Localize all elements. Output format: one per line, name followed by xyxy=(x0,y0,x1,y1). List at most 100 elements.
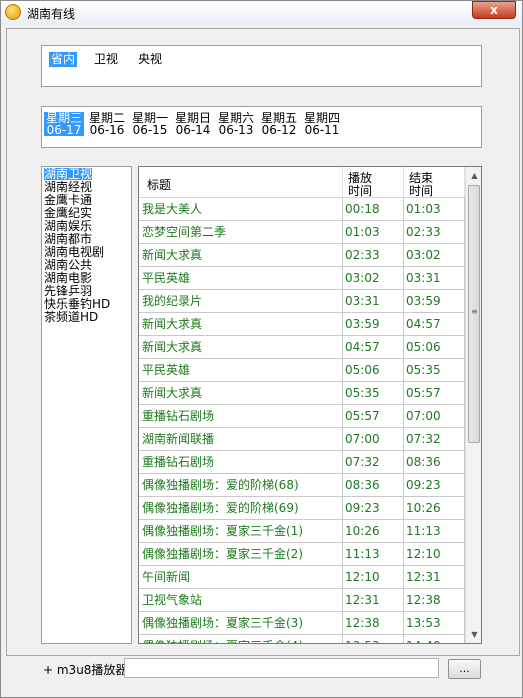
channel-item[interactable]: 湖南公共 xyxy=(44,259,92,271)
scroll-thumb[interactable]: ≡ xyxy=(468,185,480,443)
program-title-cell: 重播钻石剧场 xyxy=(139,451,343,473)
start-time-cell: 05:57 xyxy=(343,405,404,427)
day-item[interactable]: 星期五 06-12 xyxy=(259,112,299,136)
program-title-cell: 重播钻石剧场 xyxy=(139,405,343,427)
table-row[interactable]: 午间新闻 12:10 12:31 xyxy=(139,566,465,589)
day-date: 06-17 xyxy=(46,123,82,137)
table-row[interactable]: 卫视气象站 12:31 12:38 xyxy=(139,589,465,612)
day-item[interactable]: 星期二 06-16 xyxy=(87,112,127,136)
day-item[interactable]: 星期三 06-17 xyxy=(44,112,84,136)
program-title-cell: 我是大美人 xyxy=(139,198,343,220)
column-header-start-line2: 时间 xyxy=(348,184,373,198)
end-time-cell: 07:00 xyxy=(404,405,465,427)
table-row[interactable]: 我是大美人 00:18 01:03 xyxy=(139,198,465,221)
table-row[interactable]: 重播钻石剧场 05:57 07:00 xyxy=(139,405,465,428)
app-icon xyxy=(5,4,21,20)
start-time-cell: 03:59 xyxy=(343,313,404,335)
end-time-cell: 01:03 xyxy=(404,198,465,220)
table-row[interactable]: 偶像独播剧场：夏家三千金(3) 12:38 13:53 xyxy=(139,612,465,635)
category-tabs: 省内 卫视 央视 xyxy=(41,45,482,87)
program-title-cell: 平民英雄 xyxy=(139,359,343,381)
end-time-cell: 07:32 xyxy=(404,428,465,450)
column-header-title[interactable]: 标题 xyxy=(139,167,343,197)
channel-item[interactable]: 湖南电影 xyxy=(44,272,92,284)
program-title-cell: 新闻大求真 xyxy=(139,313,343,335)
channel-item[interactable]: 先锋乒羽 xyxy=(44,285,92,297)
end-time-cell: 12:31 xyxy=(404,566,465,588)
channel-item[interactable]: 湖南娱乐 xyxy=(44,220,92,232)
scroll-up-arrow-icon[interactable]: ▲ xyxy=(466,167,481,184)
program-title-cell: 偶像独播剧场：夏家三千金(4) xyxy=(139,635,343,643)
table-row[interactable]: 偶像独播剧场：夏家三千金(1) 10:26 11:13 xyxy=(139,520,465,543)
channel-item[interactable]: 湖南都市 xyxy=(44,233,92,245)
end-time-cell: 09:23 xyxy=(404,474,465,496)
start-time-cell: 01:03 xyxy=(343,221,404,243)
start-time-cell: 12:10 xyxy=(343,566,404,588)
table-row[interactable]: 平民英雄 03:02 03:31 xyxy=(139,267,465,290)
start-time-cell: 09:23 xyxy=(343,497,404,519)
table-row[interactable]: 新闻大求真 04:57 05:06 xyxy=(139,336,465,359)
table-row[interactable]: 偶像独播剧场：爱的阶梯(69) 09:23 10:26 xyxy=(139,497,465,520)
channel-item[interactable]: 湖南卫视 xyxy=(44,168,93,180)
day-date: 06-16 xyxy=(89,123,125,137)
start-time-cell: 11:13 xyxy=(343,543,404,565)
column-header-start[interactable]: 播放 时间 xyxy=(343,167,404,198)
day-item[interactable]: 星期一 06-15 xyxy=(130,112,170,136)
date-selector: 星期三 06-17 星期二 06-16 星期一 06-15 星期日 06-14 星期六 0… xyxy=(41,106,482,148)
channel-item[interactable]: 快乐垂钓HD xyxy=(44,298,110,310)
start-time-cell: 04:57 xyxy=(343,336,404,358)
program-title-cell: 新闻大求真 xyxy=(139,382,343,404)
column-header-title-label: 标题 xyxy=(147,178,172,192)
day-item[interactable]: 星期四 06-11 xyxy=(302,112,342,136)
day-date: 06-15 xyxy=(132,123,168,137)
tab-province[interactable]: 省内 xyxy=(49,52,78,67)
start-time-cell: 07:32 xyxy=(343,451,404,473)
start-time-cell: 00:18 xyxy=(343,198,404,220)
column-header-end-line2: 时间 xyxy=(409,184,434,198)
close-button[interactable]: x xyxy=(472,1,516,19)
channel-item[interactable]: 湖南电视剧 xyxy=(44,246,104,258)
program-title-cell: 新闻大求真 xyxy=(139,244,343,266)
table-row[interactable]: 平民英雄 05:06 05:35 xyxy=(139,359,465,382)
program-title-cell: 偶像独播剧场：夏家三千金(1) xyxy=(139,520,343,542)
end-time-cell: 08:36 xyxy=(404,451,465,473)
stream-url-input[interactable] xyxy=(124,658,439,678)
table-row[interactable]: 新闻大求真 03:59 04:57 xyxy=(139,313,465,336)
start-time-cell: 03:02 xyxy=(343,267,404,289)
program-title-cell: 恋梦空间第二季 xyxy=(139,221,343,243)
table-row[interactable]: 湖南新闻联播 07:00 07:32 xyxy=(139,428,465,451)
browse-button[interactable]: ... xyxy=(448,659,481,679)
table-row[interactable]: 新闻大求真 02:33 03:02 xyxy=(139,244,465,267)
start-time-cell: 02:33 xyxy=(343,244,404,266)
tab-cctv[interactable]: 央视 xyxy=(136,52,164,67)
table-row[interactable]: 偶像独播剧场：爱的阶梯(68) 08:36 09:23 xyxy=(139,474,465,497)
program-title-cell: 偶像独播剧场：爱的阶梯(69) xyxy=(139,497,343,519)
channel-item[interactable]: 金鹰纪实 xyxy=(44,207,92,219)
end-time-cell: 05:35 xyxy=(404,359,465,381)
table-row[interactable]: 恋梦空间第二季 01:03 02:33 xyxy=(139,221,465,244)
day-date: 06-13 xyxy=(218,123,254,137)
table-row[interactable]: 我的纪录片 03:31 03:59 xyxy=(139,290,465,313)
grip-icon: ≡ xyxy=(471,307,478,316)
vertical-scrollbar[interactable]: ▲ ≡ ▼ xyxy=(465,167,481,643)
channel-item[interactable]: 茶频道HD xyxy=(44,311,98,323)
start-time-cell: 05:06 xyxy=(343,359,404,381)
program-title-cell: 午间新闻 xyxy=(139,566,343,588)
table-row[interactable]: 新闻大求真 05:35 05:57 xyxy=(139,382,465,405)
end-time-cell: 03:59 xyxy=(404,290,465,312)
column-header-end[interactable]: 结束 时间 xyxy=(404,167,465,198)
channel-item[interactable]: 金鹰卡通 xyxy=(44,194,92,206)
day-item[interactable]: 星期日 06-14 xyxy=(173,112,213,136)
tab-satellite[interactable]: 卫视 xyxy=(92,52,120,67)
table-row[interactable]: 重播钻石剧场 07:32 08:36 xyxy=(139,451,465,474)
table-row[interactable]: 偶像独播剧场：夏家三千金(2) 11:13 12:10 xyxy=(139,543,465,566)
end-time-cell: 14:40 xyxy=(404,635,465,643)
table-row[interactable]: 偶像独播剧场：夏家三千金(4)13:5314:40 xyxy=(139,635,465,643)
channel-item[interactable]: 湖南经视 xyxy=(44,181,92,193)
end-time-cell: 05:57 xyxy=(404,382,465,404)
title-bar[interactable]: 湖南有线 x xyxy=(1,1,522,25)
end-time-cell: 11:13 xyxy=(404,520,465,542)
day-item[interactable]: 星期六 06-13 xyxy=(216,112,256,136)
scroll-down-arrow-icon[interactable]: ▼ xyxy=(466,626,481,643)
program-title-cell: 偶像独播剧场：夏家三千金(2) xyxy=(139,543,343,565)
